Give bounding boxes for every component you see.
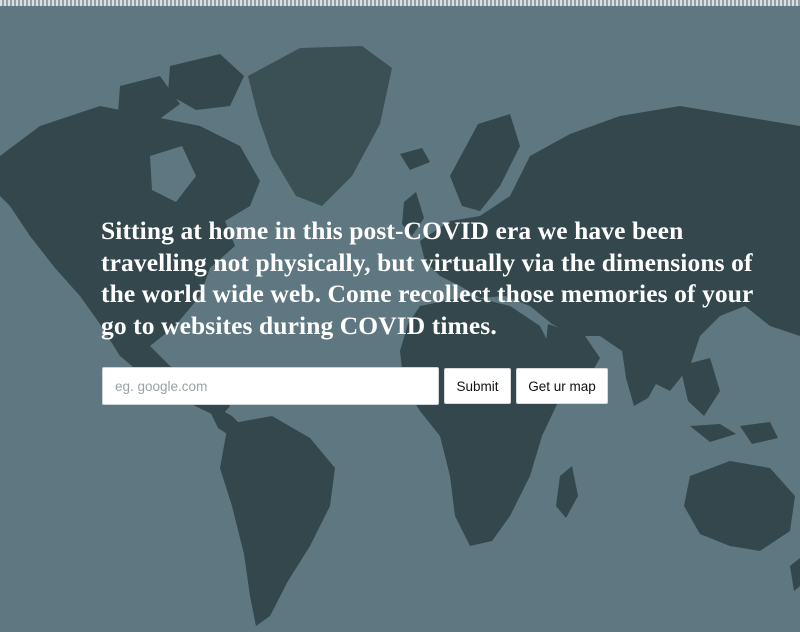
website-url-input[interactable]: [102, 367, 439, 405]
submit-button[interactable]: Submit: [444, 368, 511, 404]
website-form: Submit Get ur map: [102, 367, 608, 405]
hero-section: Sitting at home in this post-COVID era w…: [101, 215, 771, 341]
get-map-button[interactable]: Get ur map: [516, 368, 608, 404]
hero-description: Sitting at home in this post-COVID era w…: [101, 216, 754, 340]
